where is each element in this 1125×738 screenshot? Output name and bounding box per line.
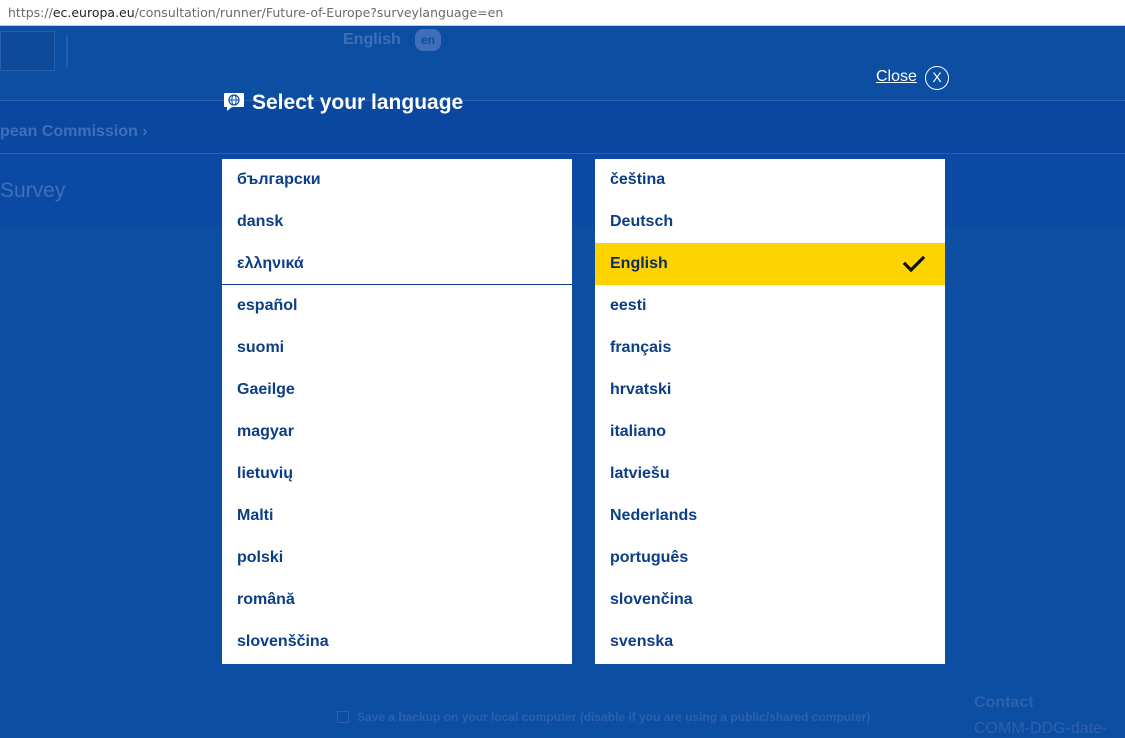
breadcrumb-band [0, 100, 1125, 154]
language-option[interactable]: svenska [595, 621, 945, 663]
language-option[interactable]: български [222, 159, 572, 201]
modal-title: Select your language [252, 91, 464, 114]
language-option[interactable]: suomi [222, 327, 572, 369]
language-option[interactable]: română [222, 579, 572, 621]
checkmark-icon [903, 256, 925, 272]
language-bubble-icon: en [415, 29, 441, 51]
url-text[interactable]: https://ec.europa.eu/consultation/runner… [8, 5, 503, 20]
close-link[interactable]: Close [876, 68, 917, 86]
backup-checkbox [337, 711, 349, 723]
language-option[interactable]: dansk [222, 201, 572, 243]
language-option[interactable]: Nederlands [595, 495, 945, 537]
language-option[interactable]: français [595, 327, 945, 369]
backup-label: Save a backup on your local computer (di… [357, 710, 871, 724]
breadcrumb-label: pean Commission [0, 123, 138, 140]
language-option[interactable]: português [595, 537, 945, 579]
language-option[interactable]: Gaeilge [222, 369, 572, 411]
language-option[interactable]: lietuvių [222, 453, 572, 495]
language-option[interactable]: italiano [595, 411, 945, 453]
url-path: /consultation/runner/Future-of-Europe?su… [134, 5, 504, 20]
language-option[interactable]: polski [222, 537, 572, 579]
language-option[interactable]: eesti [595, 285, 945, 327]
language-option[interactable]: slovenščina [222, 621, 572, 663]
chevron-right-icon: › [137, 123, 148, 140]
speech-bubble-globe-icon [224, 93, 244, 111]
language-option[interactable]: español [222, 285, 572, 327]
language-list-right: čeština Deutsch English eesti français h… [595, 159, 945, 664]
close-icon[interactable]: X [925, 66, 949, 90]
url-host: ec.europa.eu [52, 5, 135, 20]
language-option[interactable]: ελληνικά [222, 243, 572, 285]
language-option[interactable]: čeština [595, 159, 945, 201]
contact-email: COMM-DDG-date- [974, 720, 1108, 737]
contact-heading: Contact [974, 694, 1034, 711]
eu-flag-logo [0, 31, 55, 71]
address-bar[interactable]: https://ec.europa.eu/consultation/runner… [0, 0, 1125, 26]
language-option[interactable]: magyar [222, 411, 572, 453]
current-language-label: English [343, 31, 401, 48]
language-option[interactable]: latviešu [595, 453, 945, 495]
url-scheme: https:// [8, 5, 53, 20]
language-option[interactable]: slovenčina [595, 579, 945, 621]
language-option[interactable]: hrvatski [595, 369, 945, 411]
backup-option: Save a backup on your local computer (di… [337, 710, 870, 724]
page-title: Survey [0, 179, 66, 202]
language-list-left: български dansk ελληνικά español suomi G… [222, 159, 572, 664]
breadcrumb: pean Commission › [0, 123, 148, 141]
language-option[interactable]: Malti [222, 495, 572, 537]
language-option[interactable]: Deutsch [595, 201, 945, 243]
language-option-selected[interactable]: English [595, 243, 945, 285]
commission-logo-text [66, 35, 108, 67]
